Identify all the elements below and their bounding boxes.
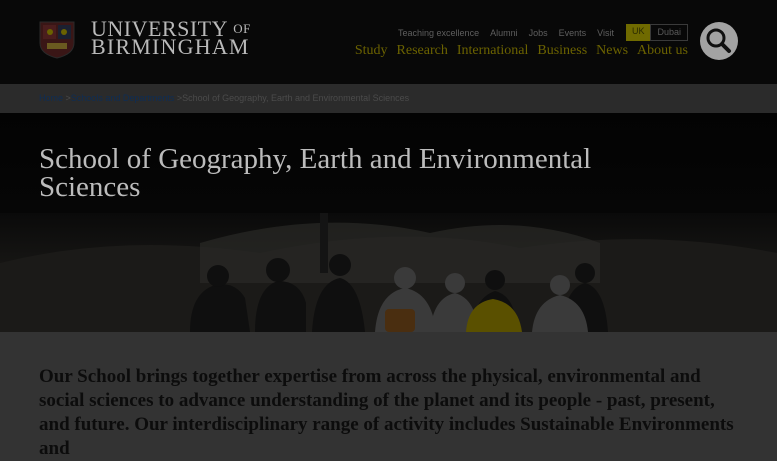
search-button[interactable] (700, 22, 738, 60)
page-title: School of Geography, Earth and Environme… (39, 143, 592, 203)
university-crest-icon[interactable] (39, 21, 75, 59)
breadcrumb-current: School of Geography, Earth and Environme… (182, 93, 410, 103)
campus-switcher: UK Dubai (625, 24, 688, 41)
intro-text: Our School brings together expertise fro… (39, 366, 734, 459)
breadcrumb: Home >Schools and Departments >School of… (39, 93, 409, 103)
nav-business[interactable]: Business (537, 43, 587, 59)
nav-international[interactable]: International (457, 43, 529, 59)
campus-dubai-button[interactable]: Dubai (650, 24, 688, 41)
main-nav: Study Research International Business Ne… (346, 43, 688, 59)
breadcrumb-home[interactable]: Home (39, 93, 63, 103)
search-icon (706, 28, 731, 53)
utility-link-visit[interactable]: Visit (597, 28, 614, 38)
utility-nav: Teaching excellence Alumni Jobs Events V… (387, 24, 688, 41)
nav-research[interactable]: Research (397, 43, 448, 59)
utility-link-jobs[interactable]: Jobs (529, 28, 548, 38)
nav-news[interactable]: News (596, 43, 628, 59)
campus-uk-button[interactable]: UK (625, 24, 651, 41)
site-header: UNIVERSITY OF BIRMINGHAM Teaching excell… (0, 0, 777, 84)
university-logo-text[interactable]: UNIVERSITY OF BIRMINGHAM (91, 18, 251, 59)
logo-line2: BIRMINGHAM (91, 34, 250, 59)
hero-banner: School of Geography, Earth and Environme… (0, 113, 777, 332)
utility-link-events[interactable]: Events (559, 28, 587, 38)
breadcrumb-schools[interactable]: Schools and Departments (71, 93, 175, 103)
nav-about-us[interactable]: About us (637, 43, 688, 59)
utility-link-alumni[interactable]: Alumni (490, 28, 518, 38)
breadcrumb-bar: Home >Schools and Departments >School of… (0, 84, 777, 113)
utility-link-teaching-excellence[interactable]: Teaching excellence (398, 28, 479, 38)
nav-study[interactable]: Study (355, 43, 388, 59)
